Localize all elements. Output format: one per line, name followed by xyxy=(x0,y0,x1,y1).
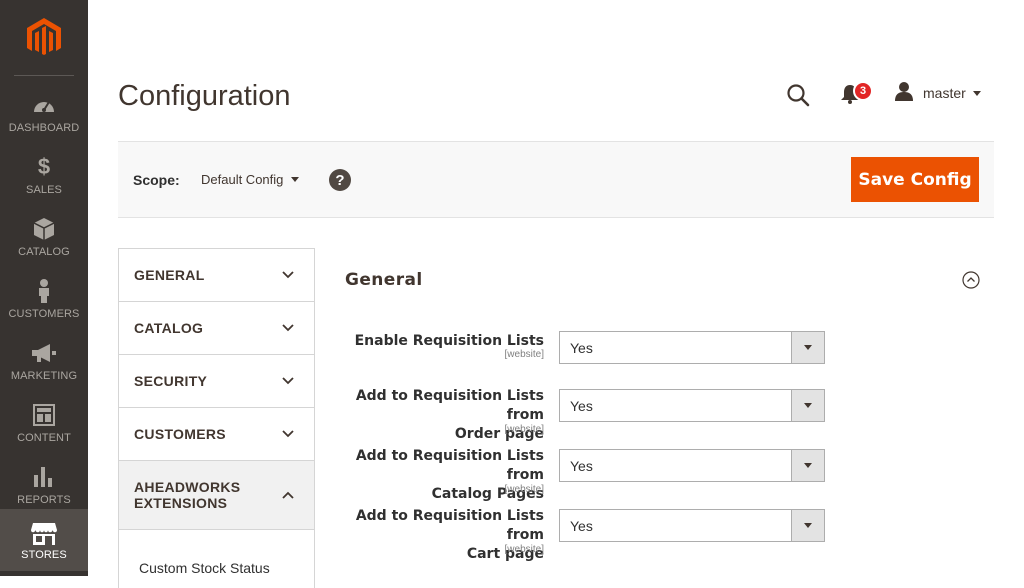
tab-label-line: EXTENSIONS xyxy=(134,495,228,511)
field-label-text: Enable Requisition Lists xyxy=(354,333,544,349)
tab-aheadworks-extensions[interactable]: AHEADWORKS EXTENSIONS xyxy=(119,461,314,530)
sidebar-item-label: CONTENT xyxy=(17,432,71,444)
sidebar-divider xyxy=(14,75,74,76)
field-label: Add to Requisition Lists from Order page xyxy=(324,387,544,444)
field-scope: [website] xyxy=(504,544,544,555)
select-value: Yes xyxy=(570,518,593,534)
sidebar-item-stores[interactable]: STORES xyxy=(0,509,88,571)
sidebar-item-dashboard[interactable]: DASHBOARD xyxy=(0,88,88,150)
chevron-up-icon xyxy=(282,491,294,499)
magento-logo-icon[interactable] xyxy=(0,0,88,76)
chevron-down-icon xyxy=(282,377,294,385)
sidebar-item-catalog[interactable]: CATALOG xyxy=(0,212,88,274)
catalog-pages-select[interactable]: Yes xyxy=(559,449,825,482)
sidebar-item-label: REPORTS xyxy=(17,494,71,506)
chevron-down-icon xyxy=(804,523,812,528)
user-menu[interactable]: master xyxy=(894,81,981,106)
chevron-down-icon xyxy=(972,90,981,96)
tab-label: GENERAL xyxy=(134,267,205,283)
sidebar-item-marketing[interactable]: MARKETING xyxy=(0,336,88,398)
select-value: Yes xyxy=(570,458,593,474)
select-value: Yes xyxy=(570,398,593,414)
tab-label: CUSTOMERS xyxy=(134,426,226,442)
user-avatar-icon xyxy=(894,81,914,106)
tab-label: SECURITY xyxy=(134,373,208,389)
chevron-down-icon xyxy=(282,324,294,332)
select-arrow xyxy=(791,390,824,421)
bar-chart-icon xyxy=(31,464,57,490)
chevron-down-icon xyxy=(291,177,300,182)
dollar-icon: $ xyxy=(37,154,51,179)
sidebar-item-sales[interactable]: $ SALES xyxy=(0,150,88,212)
chevron-down-icon xyxy=(804,463,812,468)
scope-value: Default Config xyxy=(201,172,284,187)
select-arrow xyxy=(791,510,824,541)
field-scope: [website] xyxy=(504,349,544,360)
search-icon[interactable] xyxy=(786,83,810,107)
field-label-text: Add to Requisition Lists from xyxy=(355,448,544,483)
sidebar-item-customers[interactable]: CUSTOMERS xyxy=(0,274,88,336)
select-arrow xyxy=(791,332,824,363)
admin-sidebar: DASHBOARD $ SALES CATALOG CUSTOMERS MARK… xyxy=(0,0,88,576)
field-scope: [website] xyxy=(504,424,544,435)
enable-requisition-lists-select[interactable]: Yes xyxy=(559,331,825,364)
layout-icon xyxy=(31,402,57,428)
help-icon[interactable]: ? xyxy=(329,169,351,191)
field-label-text: Add to Requisition Lists from xyxy=(355,508,544,543)
chevron-down-icon xyxy=(282,430,294,438)
tab-general[interactable]: GENERAL xyxy=(119,249,314,302)
sidebar-item-label: DASHBOARD xyxy=(8,122,80,134)
sidebar-item-label: SALES xyxy=(26,184,62,196)
store-icon xyxy=(31,521,57,547)
page-title: Configuration xyxy=(118,80,291,112)
scope-toolbar: Scope: Default Config ? Save Config xyxy=(118,141,994,218)
tab-label-line: AHEADWORKS xyxy=(134,479,241,495)
tab-security[interactable]: SECURITY xyxy=(119,355,314,408)
section-title[interactable]: General xyxy=(345,270,423,290)
select-arrow xyxy=(791,450,824,481)
chevron-down-icon xyxy=(282,271,294,279)
box-icon xyxy=(31,216,57,242)
select-value: Yes xyxy=(570,340,593,356)
field-label-text: Add to Requisition Lists from xyxy=(355,388,544,423)
config-tabs: GENERAL CATALOG SECURITY CUSTOMERS AHEAD… xyxy=(118,248,315,588)
tab-label: CATALOG xyxy=(134,320,204,336)
cart-page-select[interactable]: Yes xyxy=(559,509,825,542)
sidebar-item-label: CUSTOMERS xyxy=(8,308,80,320)
tab-subitem-custom-stock-status[interactable]: Custom Stock Status xyxy=(139,560,270,576)
save-config-button[interactable]: Save Config xyxy=(851,157,979,202)
field-label: Add to Requisition Lists from Catalog Pa… xyxy=(324,447,544,504)
tab-catalog[interactable]: CATALOG xyxy=(119,302,314,355)
notifications-badge[interactable]: 3 xyxy=(853,81,873,101)
tab-customers[interactable]: CUSTOMERS xyxy=(119,408,314,461)
order-page-select[interactable]: Yes xyxy=(559,389,825,422)
user-name: master xyxy=(923,85,966,101)
field-scope: [website] xyxy=(504,484,544,495)
sidebar-item-label: STORES xyxy=(21,549,67,561)
tab-label: AHEADWORKS EXTENSIONS xyxy=(134,479,240,511)
sidebar-item-label: CATALOG xyxy=(18,246,70,258)
scope-label: Scope: xyxy=(133,172,180,188)
collapse-icon[interactable] xyxy=(962,271,980,289)
sidebar-item-content[interactable]: CONTENT xyxy=(0,398,88,460)
dashboard-gauge-icon xyxy=(31,92,57,118)
field-label: Add to Requisition Lists from Cart page xyxy=(324,507,544,564)
sidebar-item-label: MARKETING xyxy=(10,370,78,382)
scope-switcher[interactable]: Default Config xyxy=(201,172,300,187)
chevron-down-icon xyxy=(804,403,812,408)
chevron-down-icon xyxy=(804,345,812,350)
megaphone-icon xyxy=(31,340,57,366)
person-icon xyxy=(31,278,57,304)
